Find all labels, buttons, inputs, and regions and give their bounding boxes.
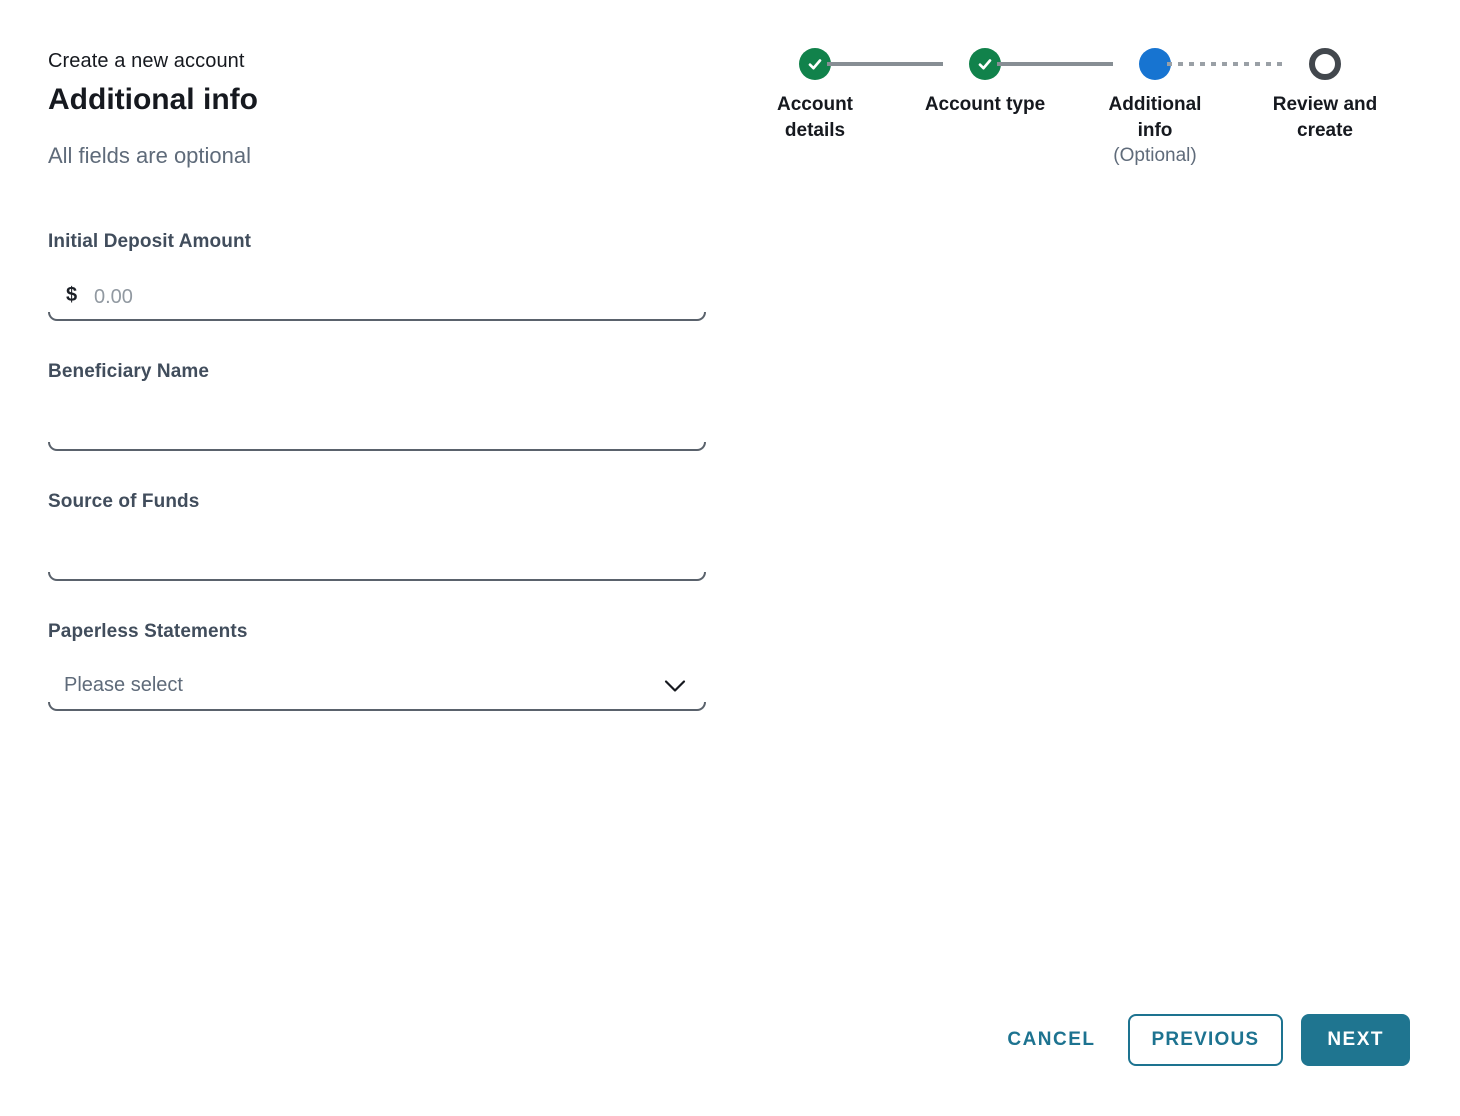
- form-subtitle: All fields are optional: [48, 143, 706, 169]
- stepper-connector: [827, 62, 943, 66]
- beneficiary-name-label: Beneficiary Name: [48, 361, 706, 383]
- source-of-funds-label: Source of Funds: [48, 491, 706, 513]
- form-actions: CANCEL PREVIOUS NEXT: [991, 1014, 1410, 1066]
- step-label: Account details: [752, 92, 878, 143]
- step-label: Account type: [925, 92, 1045, 118]
- next-button[interactable]: NEXT: [1301, 1014, 1410, 1066]
- stepper-connector-dotted: [1167, 62, 1283, 66]
- paperless-statements-label: Paperless Statements: [48, 621, 706, 643]
- select-placeholder: Please select: [64, 674, 183, 697]
- initial-deposit-label: Initial Deposit Amount: [48, 231, 706, 253]
- step-label: Additional info: [1092, 92, 1218, 143]
- stepper-connector: [997, 62, 1113, 66]
- step-optional-note: (Optional): [1113, 145, 1196, 167]
- source-of-funds-input[interactable]: [64, 537, 690, 577]
- paperless-statements-select[interactable]: Please select: [48, 643, 706, 711]
- beneficiary-name-input[interactable]: [64, 407, 690, 447]
- cancel-button[interactable]: CANCEL: [991, 1017, 1111, 1063]
- input-underline: [48, 702, 706, 711]
- chevron-down-icon: [662, 673, 688, 699]
- step-label: Review and create: [1262, 92, 1388, 143]
- field-group-beneficiary-name: Beneficiary Name: [48, 361, 706, 451]
- breadcrumb-flow-title: Create a new account: [48, 50, 706, 73]
- page-title: Additional info: [48, 83, 706, 117]
- field-group-initial-deposit: Initial Deposit Amount $: [48, 231, 706, 321]
- currency-prefix: $: [66, 284, 77, 307]
- previous-button[interactable]: PREVIOUS: [1128, 1014, 1284, 1066]
- field-group-paperless-statements: Paperless Statements Please select: [48, 621, 706, 711]
- field-group-source-of-funds: Source of Funds: [48, 491, 706, 581]
- upcoming-step-icon: [1309, 48, 1341, 80]
- create-account-form: Create a new account Additional info All…: [48, 50, 706, 751]
- initial-deposit-input[interactable]: [94, 277, 690, 317]
- progress-stepper: Account details Account type Additional …: [730, 48, 1410, 208]
